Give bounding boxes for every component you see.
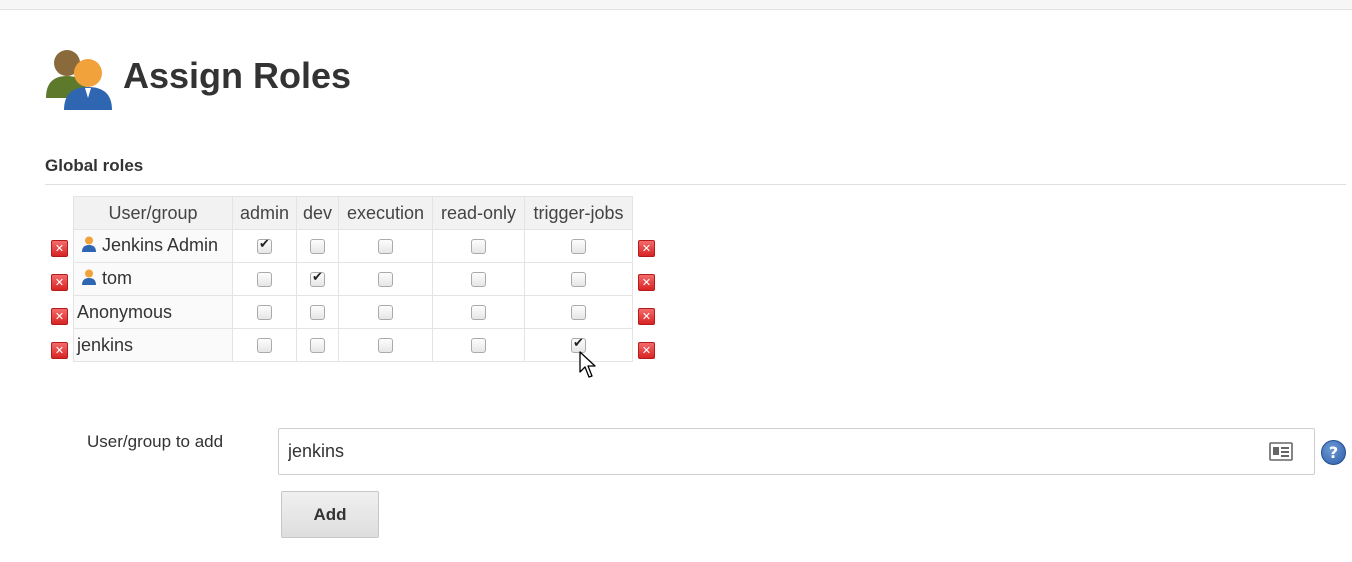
role-checkbox-read-only[interactable]: [471, 272, 486, 288]
delete-row-icon[interactable]: ✕: [638, 342, 655, 359]
column-header: User/group: [73, 196, 233, 230]
role-checkbox-dev[interactable]: [310, 338, 325, 354]
role-checkbox-execution[interactable]: [378, 338, 393, 354]
role-checkbox-read-only[interactable]: [471, 338, 486, 354]
role-checkbox-read-only[interactable]: [471, 305, 486, 321]
delete-row-icon[interactable]: ✕: [638, 240, 655, 257]
permission-cell: [432, 328, 525, 362]
permission-cell: [338, 328, 433, 362]
user-group-name: Anonymous: [77, 301, 173, 322]
user-icon: [82, 269, 96, 290]
permission-cell: [338, 229, 433, 263]
permission-cell: [232, 328, 297, 362]
assign-roles-icon: [46, 50, 112, 110]
user-group-cell: tom: [73, 262, 233, 296]
delete-row-icon[interactable]: ✕: [638, 274, 655, 291]
user-group-name: Jenkins Admin: [102, 235, 219, 256]
role-checkbox-dev[interactable]: [310, 239, 325, 255]
permission-cell: [232, 295, 297, 329]
table-row: jenkins: [73, 328, 633, 362]
column-header: trigger-jobs: [524, 196, 633, 230]
role-checkbox-read-only[interactable]: [471, 239, 486, 255]
role-checkbox-execution[interactable]: [378, 305, 393, 321]
permission-cell: [524, 328, 633, 362]
permission-cell: [296, 262, 339, 296]
user-lookup-icon[interactable]: [1269, 442, 1293, 461]
table-row: Anonymous: [73, 295, 633, 329]
column-header: execution: [338, 196, 433, 230]
delete-row-icon[interactable]: ✕: [51, 308, 68, 325]
role-checkbox-execution[interactable]: [378, 272, 393, 288]
help-icon[interactable]: ?: [1321, 440, 1346, 465]
permission-cell: [296, 229, 339, 263]
role-checkbox-trigger-jobs[interactable]: [571, 305, 586, 321]
role-checkbox-admin[interactable]: [257, 338, 272, 354]
table-row: tom: [73, 262, 633, 296]
delete-row-icon[interactable]: ✕: [51, 342, 68, 359]
page-title: Assign Roles: [123, 55, 352, 96]
column-header: admin: [232, 196, 297, 230]
delete-row-icon[interactable]: ✕: [51, 274, 68, 291]
permission-cell: [338, 295, 433, 329]
role-checkbox-trigger-jobs[interactable]: [571, 272, 586, 288]
user-group-name: tom: [102, 268, 133, 289]
delete-row-icon[interactable]: ✕: [51, 240, 68, 257]
permission-cell: [296, 328, 339, 362]
user-group-cell: Jenkins Admin: [73, 229, 233, 263]
table-header-row: User/group admin dev execution read-only…: [73, 196, 633, 230]
permission-cell: [432, 262, 525, 296]
permission-cell: [432, 229, 525, 263]
global-roles-table: User/group admin dev execution read-only…: [73, 196, 633, 362]
permission-cell: [338, 262, 433, 296]
role-checkbox-admin[interactable]: [257, 305, 272, 321]
role-checkbox-admin[interactable]: [257, 272, 272, 288]
permission-cell: [432, 295, 525, 329]
section-title: Global roles: [45, 156, 144, 175]
user-group-to-add-label: User/group to add: [87, 432, 224, 451]
user-group-input[interactable]: [278, 428, 1315, 475]
user-icon: [82, 236, 96, 257]
permission-cell: [232, 229, 297, 263]
column-header: dev: [296, 196, 339, 230]
role-checkbox-dev[interactable]: [310, 305, 325, 321]
permission-cell: [524, 262, 633, 296]
table-row: Jenkins Admin: [73, 229, 633, 263]
user-group-cell: Anonymous: [73, 295, 233, 329]
role-checkbox-trigger-jobs[interactable]: [571, 336, 586, 354]
user-group-name: jenkins: [77, 334, 134, 355]
role-checkbox-execution[interactable]: [378, 239, 393, 255]
role-checkbox-dev[interactable]: [310, 270, 325, 288]
permission-cell: [524, 229, 633, 263]
user-group-cell: jenkins: [73, 328, 233, 362]
role-checkbox-trigger-jobs[interactable]: [571, 239, 586, 255]
permission-cell: [232, 262, 297, 296]
top-bar: [0, 0, 1352, 10]
add-button[interactable]: Add: [281, 491, 379, 538]
section-divider: [45, 184, 1346, 185]
delete-row-icon[interactable]: ✕: [638, 308, 655, 325]
column-header: read-only: [432, 196, 525, 230]
role-checkbox-admin[interactable]: [257, 237, 272, 255]
permission-cell: [296, 295, 339, 329]
permission-cell: [524, 295, 633, 329]
